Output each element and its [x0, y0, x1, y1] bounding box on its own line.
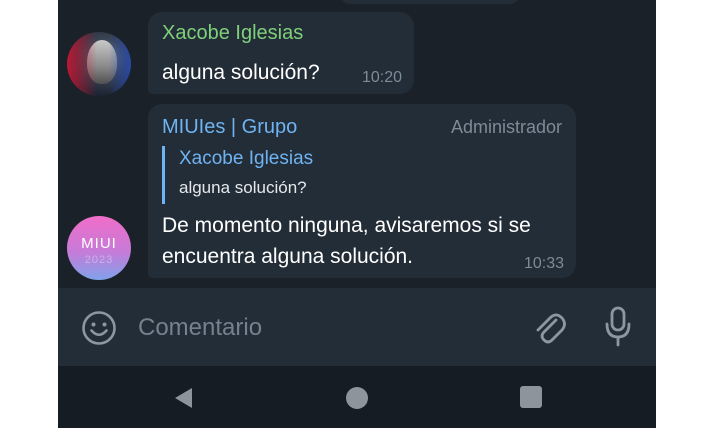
home-icon[interactable]	[346, 387, 368, 409]
back-icon[interactable]	[172, 386, 196, 410]
reply-sender: Xacobe Iglesias	[179, 148, 314, 169]
comment-input[interactable]: Comentario	[138, 314, 262, 342]
avatar-red-light	[67, 32, 97, 96]
reply-text: alguna solución?	[179, 178, 307, 197]
message-time: 10:33	[523, 255, 564, 272]
message-sender[interactable]: Xacobe Iglesias	[162, 22, 303, 45]
system-navigation-bar	[58, 366, 656, 428]
emoji-icon[interactable]	[80, 309, 118, 347]
avatar-logo-subtext: 2023	[84, 253, 114, 266]
message-sender[interactable]: MIUIes | Grupo	[162, 116, 297, 139]
chat-screen: Xacobe Iglesias alguna solución? 10:20 M…	[58, 0, 656, 428]
message-text: De momento ninguna, avisaremos si se enc…	[162, 214, 531, 268]
recents-icon[interactable]	[520, 386, 542, 408]
message-bubble[interactable]: MIUIes | Grupo Administrador Xacobe Igle…	[148, 104, 576, 278]
message-text: alguna solución?	[162, 61, 320, 84]
message-composer: Comentario	[58, 288, 656, 366]
avatar-blue-light	[109, 32, 131, 96]
avatar-miuies-group[interactable]: MIUI 2023	[67, 216, 131, 280]
reply-quote[interactable]: Xacobe Iglesias alguna solución?	[162, 146, 417, 204]
attach-icon[interactable]	[532, 308, 566, 348]
avatar-xacobe[interactable]	[67, 32, 131, 96]
message-time: 10:20	[361, 69, 402, 86]
sender-role-badge: Administrador	[450, 117, 562, 137]
avatar-logo-text: MIUI	[81, 234, 117, 252]
previous-message-edge	[340, 0, 520, 4]
mic-icon[interactable]	[604, 306, 632, 348]
message-bubble[interactable]: Xacobe Iglesias alguna solución? 10:20	[148, 12, 414, 94]
